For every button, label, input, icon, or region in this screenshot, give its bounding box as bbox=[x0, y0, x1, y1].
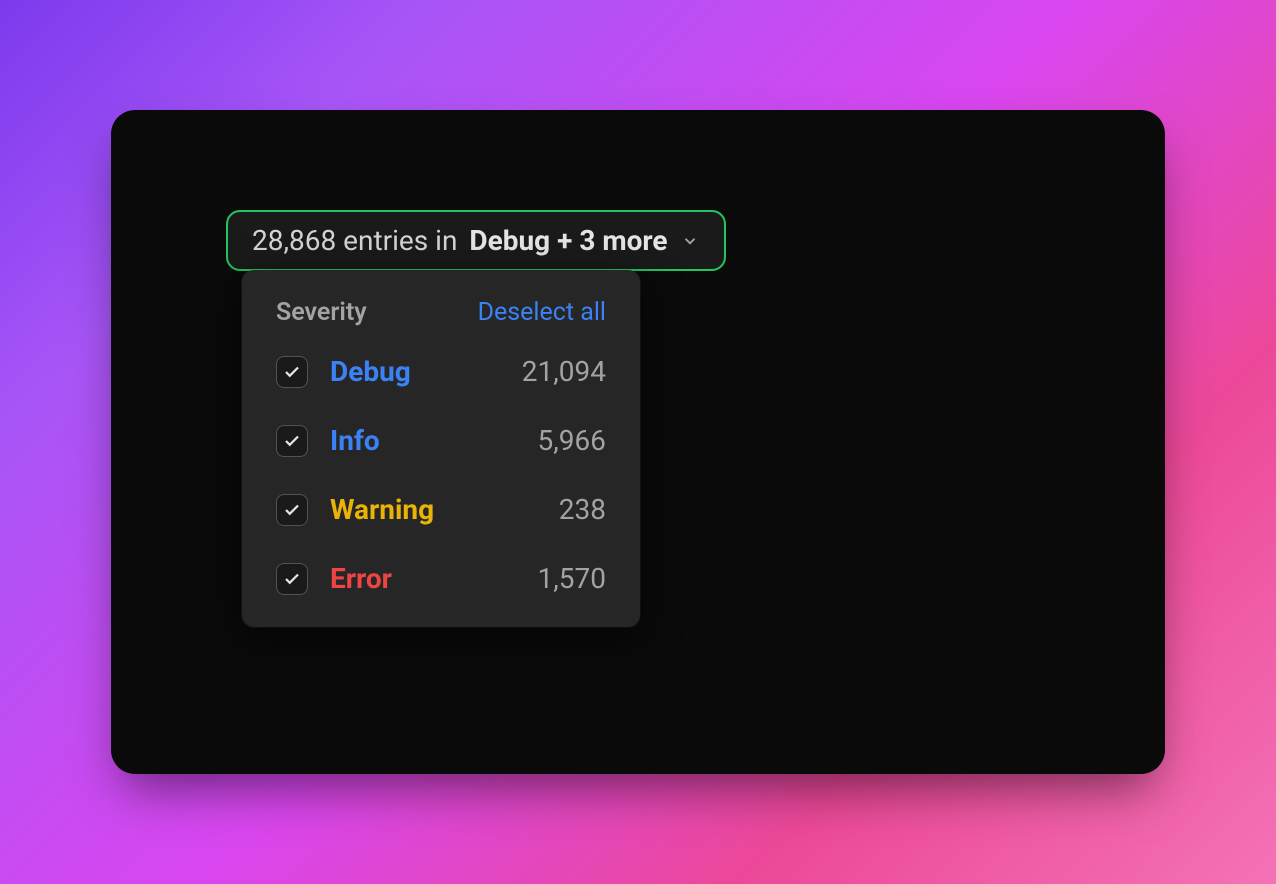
chevron-down-icon bbox=[680, 231, 700, 251]
severity-checkbox[interactable] bbox=[276, 356, 308, 388]
severity-option-count: 5,966 bbox=[538, 424, 606, 457]
severity-checkbox[interactable] bbox=[276, 494, 308, 526]
panel-title: Severity bbox=[276, 298, 367, 327]
severity-option-count: 1,570 bbox=[538, 562, 606, 595]
severity-option-row[interactable]: Warning 238 bbox=[276, 493, 606, 526]
check-icon bbox=[283, 570, 301, 588]
severity-option-row[interactable]: Info 5,966 bbox=[276, 424, 606, 457]
severity-option-row[interactable]: Debug 21,094 bbox=[276, 355, 606, 388]
check-icon bbox=[283, 432, 301, 450]
check-icon bbox=[283, 363, 301, 381]
severity-option-label: Info bbox=[330, 424, 516, 457]
severity-option-label: Warning bbox=[330, 493, 537, 526]
severity-option-count: 21,094 bbox=[522, 355, 606, 388]
trigger-prefix-text: 28,868 entries in bbox=[252, 224, 457, 257]
app-card: 28,868 entries in Debug + 3 more Severit… bbox=[111, 110, 1165, 774]
deselect-all-link[interactable]: Deselect all bbox=[478, 298, 606, 327]
severity-checkbox[interactable] bbox=[276, 563, 308, 595]
check-icon bbox=[283, 501, 301, 519]
severity-option-row[interactable]: Error 1,570 bbox=[276, 562, 606, 595]
severity-checkbox[interactable] bbox=[276, 425, 308, 457]
severity-option-count: 238 bbox=[559, 493, 606, 526]
severity-dropdown-panel: Severity Deselect all Debug 21,094 Info 5,9… bbox=[242, 270, 640, 627]
severity-filter-trigger[interactable]: 28,868 entries in Debug + 3 more Severit… bbox=[226, 210, 726, 271]
panel-header: Severity Deselect all bbox=[276, 298, 606, 327]
severity-option-label: Error bbox=[330, 562, 516, 595]
trigger-selection-text: Debug + 3 more bbox=[469, 224, 667, 257]
severity-option-label: Debug bbox=[330, 355, 500, 388]
